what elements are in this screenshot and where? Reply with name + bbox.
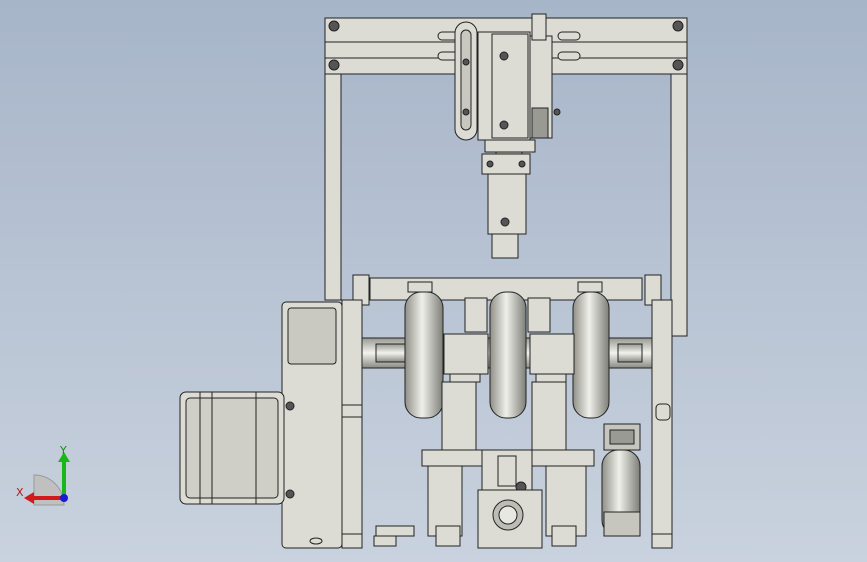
piston-rod-gripper: [481, 151, 531, 259]
motor-gearbox: [179, 299, 363, 549]
orientation-triad: [24, 452, 70, 506]
assembly-drawing: Y X: [16, 13, 688, 549]
triad-x-label: X: [16, 486, 24, 499]
drum-center: [489, 291, 527, 419]
cad-viewport[interactable]: Y X: [0, 0, 867, 562]
triad-y-label: Y: [59, 444, 67, 457]
right-roller: [601, 423, 641, 537]
drum-left: [404, 291, 444, 419]
slide-cylinder: [454, 13, 561, 153]
drum-right: [572, 291, 610, 419]
linear-guide-base: [373, 449, 595, 549]
